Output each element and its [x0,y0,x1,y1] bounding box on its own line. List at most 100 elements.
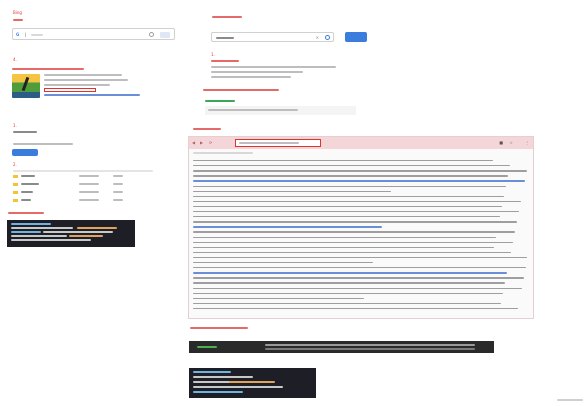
table-row [13,189,153,196]
document-text-line [193,205,502,208]
browser-toolbar: ◀ ▶ ⟳ ■ ☆ ⋮ [189,137,533,149]
left-section2-label: 2. [13,162,17,167]
camera-icon[interactable] [160,32,170,38]
address-text [239,142,299,144]
left-search-input[interactable]: G | [12,28,175,40]
document-text-line [193,185,506,187]
table-cell [113,175,123,177]
table-cell [113,183,123,185]
folder-icon [13,183,18,186]
code-line [193,376,253,378]
table-cell [79,175,99,177]
menu-icon[interactable]: ⋮ [525,140,529,145]
document-text-line [193,262,373,264]
left-section1-label: 1. [13,123,17,128]
folder-icon [13,191,18,194]
terminal-line [265,348,475,350]
code-line [11,235,67,237]
right-search-input[interactable]: × [211,32,334,42]
table-cell [79,199,99,201]
address-bar[interactable] [235,139,321,147]
terminal-line [265,344,475,346]
right-section4-label [190,327,248,329]
document-text [193,158,529,316]
right-result-link[interactable] [211,60,239,62]
table-row [13,173,153,180]
left-heading-text: Bing [13,10,22,15]
left-subheading-line [13,19,23,21]
left-step-label: 4. [13,57,17,62]
document-text-line [193,297,364,300]
right-result-line [211,71,303,73]
left-code-label [8,212,44,214]
result-line [44,74,122,76]
result-line [44,84,110,86]
search-text-line [31,34,43,36]
star-icon[interactable]: ☆ [509,140,513,145]
document-text-line [193,216,500,218]
document-text-line [193,195,504,198]
document-text-line [193,231,515,233]
search-logo-icon: G [16,32,20,37]
search-icon[interactable] [325,35,330,40]
table-cell [79,183,99,185]
document-text-line [193,241,513,243]
document-text-line [193,170,527,172]
left-section1-sub [13,131,37,133]
panel-line [208,109,298,111]
document-text-line [193,190,391,192]
embedded-browser-screenshot: ◀ ▶ ⟳ ■ ☆ ⋮ [188,136,534,319]
document-text-line [193,221,517,223]
document-text-line [193,165,510,167]
result-highlight-box [44,88,96,92]
result-card [12,67,172,107]
document-text-line [193,226,382,228]
code-line [11,231,41,233]
document-text-line [193,211,519,213]
right-result-line [211,66,336,68]
result-link-line[interactable] [44,94,140,96]
reload-icon[interactable]: ⟳ [209,140,212,145]
document-text-line [193,236,496,238]
forward-icon[interactable]: ▶ [200,140,203,145]
right-search-button[interactable] [345,32,367,42]
mic-icon[interactable] [149,32,154,37]
code-line [193,391,243,393]
document-text-line [193,246,494,249]
result-title-link[interactable] [12,68,84,70]
code-line [193,371,231,373]
code-line [11,223,51,225]
table-row [13,181,153,188]
left-section1-line [13,143,73,145]
result-line [44,79,128,81]
bookmarks-bar [193,152,253,154]
left-heading: Bing [13,10,22,15]
document-text-line [193,277,524,279]
table-cell [21,175,35,177]
clear-icon[interactable]: × [316,35,319,40]
code-line [77,227,117,229]
left-action-button[interactable] [12,149,38,156]
code-line [43,231,113,233]
document-text-line [193,287,522,289]
search-caret: | [25,32,27,37]
code-line [69,235,103,237]
table-header-line [13,170,153,172]
document-text-line [193,292,503,294]
back-icon[interactable]: ◀ [192,140,195,145]
table-cell [113,191,123,193]
code-line [193,386,283,388]
table-cell [21,191,33,193]
right-section2-link[interactable] [205,100,235,102]
extension-icon[interactable]: ■ [499,140,503,145]
code-line [11,227,73,229]
document-text-line [193,175,508,177]
table-cell [113,199,123,201]
folder-icon [13,199,18,202]
right-section2-panel [205,106,356,115]
document-text-line [193,302,501,305]
table-row [13,197,153,204]
code-line [11,239,91,241]
document-text-line [193,267,526,269]
left-code-block [7,220,135,247]
